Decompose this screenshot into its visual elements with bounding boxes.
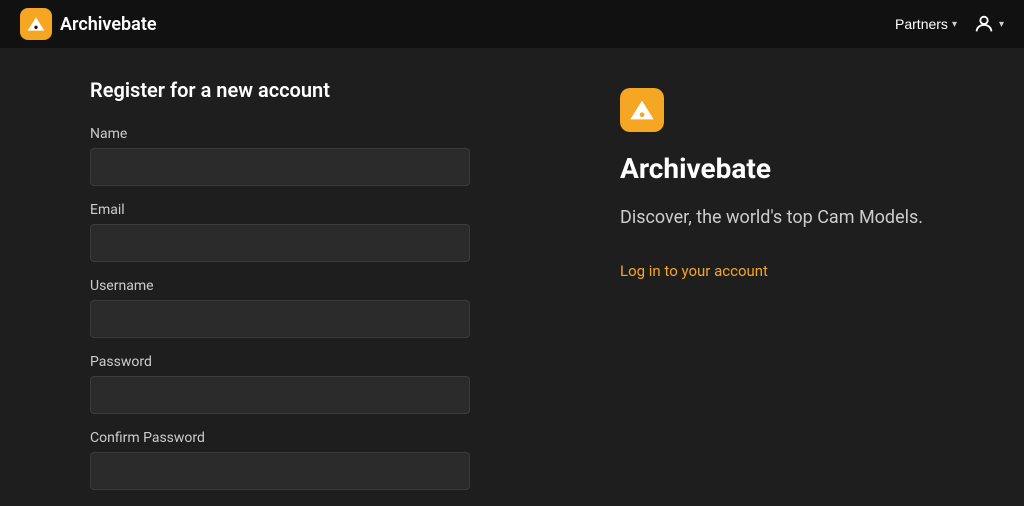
username-label: Username	[90, 278, 470, 294]
confirm-password-label: Confirm Password	[90, 430, 470, 446]
user-chevron-icon: ▾	[999, 19, 1004, 30]
user-menu-button[interactable]: ▾	[973, 13, 1004, 35]
user-icon	[973, 13, 995, 35]
partners-button[interactable]: Partners ▾	[895, 16, 957, 32]
name-input[interactable]	[90, 148, 470, 186]
username-field-group: Username	[90, 278, 470, 338]
main-content: Register for a new account Name Email Us…	[0, 48, 1024, 506]
brand-icon-svg	[26, 14, 46, 34]
password-input[interactable]	[90, 376, 470, 414]
navbar-right: Partners ▾ ▾	[895, 13, 1004, 35]
branding-panel: Archivebate Discover, the world's top Ca…	[560, 48, 1024, 506]
brand-logo-large-icon	[628, 96, 656, 124]
brand-name: Archivebate	[60, 14, 157, 35]
email-input[interactable]	[90, 224, 470, 262]
brand-tagline: Discover, the world's top Cam Models.	[620, 205, 964, 230]
page-title: Register for a new account	[90, 78, 470, 102]
navbar: Archivebate Partners ▾ ▾	[0, 0, 1024, 48]
password-label: Password	[90, 354, 470, 370]
email-label: Email	[90, 202, 470, 218]
email-field-group: Email	[90, 202, 470, 262]
registration-panel: Register for a new account Name Email Us…	[0, 48, 560, 506]
name-field-group: Name	[90, 126, 470, 186]
partners-chevron-icon: ▾	[952, 19, 957, 30]
name-label: Name	[90, 126, 470, 142]
brand-logo-large	[620, 88, 664, 132]
login-link[interactable]: Log in to your account	[620, 262, 964, 280]
password-field-group: Password	[90, 354, 470, 414]
partners-label: Partners	[895, 16, 948, 32]
confirm-password-field-group: Confirm Password	[90, 430, 470, 490]
brand-icon	[20, 8, 52, 40]
confirm-password-input[interactable]	[90, 452, 470, 490]
brand-logo: Archivebate	[20, 8, 157, 40]
brand-title-large: Archivebate	[620, 152, 964, 185]
username-input[interactable]	[90, 300, 470, 338]
